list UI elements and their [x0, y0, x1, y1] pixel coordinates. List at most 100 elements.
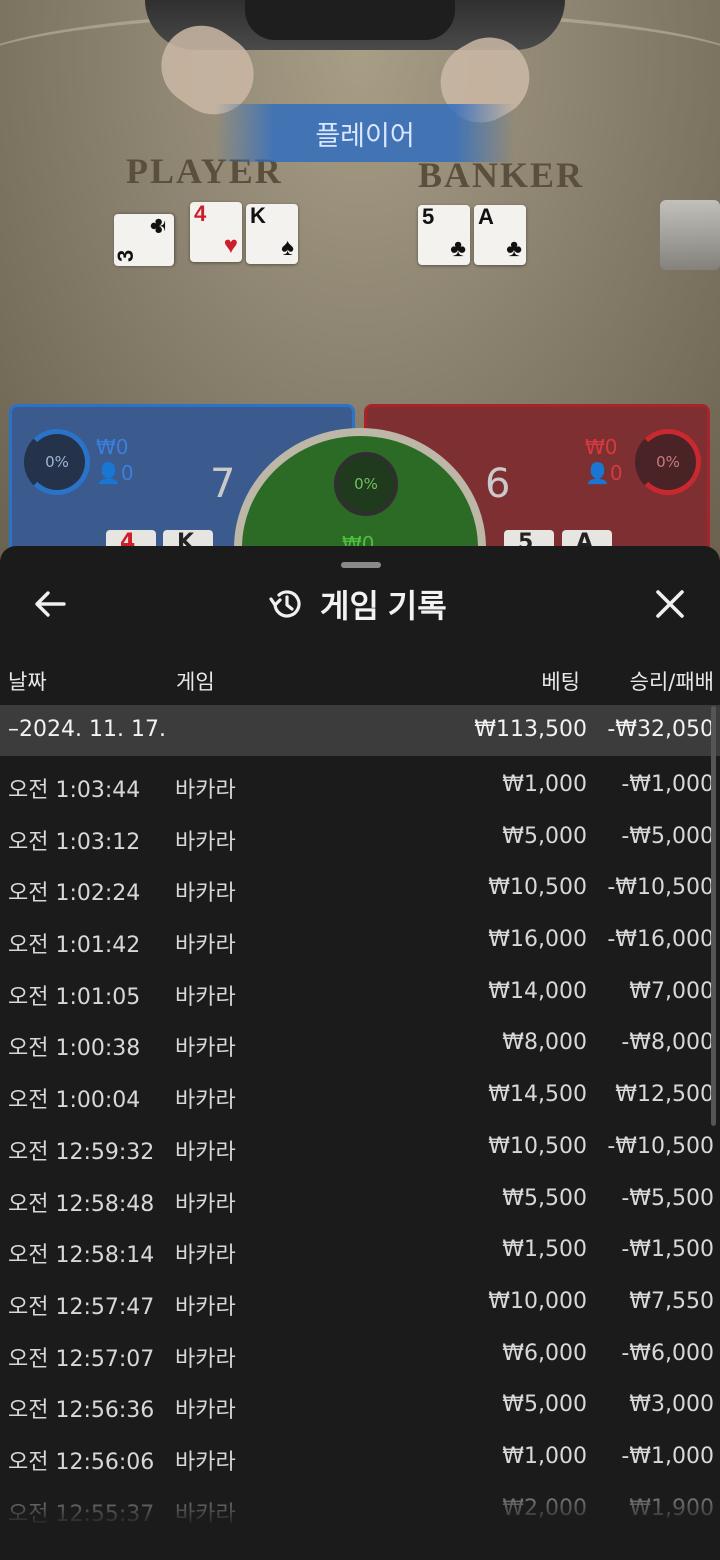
row-bet: ₩14,000	[488, 978, 587, 1004]
history-row[interactable]: 오전 12:58:48 바카라 ₩5,500 -₩5,500	[0, 1174, 720, 1226]
row-bet: ₩5,500	[502, 1185, 587, 1211]
column-bet: 베팅	[541, 670, 580, 694]
row-result: ₩12,500	[615, 1082, 714, 1108]
row-result: -₩5,000	[621, 823, 714, 849]
row-bet: ₩10,000	[488, 1288, 587, 1314]
history-row[interactable]: 오전 12:56:36 바카라 ₩5,000 ₩3,000	[0, 1380, 720, 1432]
row-result: ₩7,550	[629, 1288, 714, 1314]
column-game: 게임	[176, 670, 215, 694]
player-count-value: 0	[120, 461, 134, 485]
row-time: 오전 12:56:36	[8, 1398, 155, 1424]
history-row[interactable]: 오전 12:59:32 바카라 ₩10,500 -₩10,500	[0, 1122, 720, 1174]
row-time: 오전 1:03:12	[8, 829, 141, 855]
row-time: 오전 12:58:14	[8, 1243, 155, 1269]
sheet-drag-handle[interactable]	[341, 562, 381, 568]
row-bet: ₩6,000	[502, 1340, 587, 1366]
playing-card: 5 ♣	[418, 205, 470, 265]
tie-percent-ring: 0%	[334, 452, 398, 516]
person-icon: 👤	[585, 461, 610, 485]
row-game: 바카라	[175, 881, 236, 907]
history-icon	[269, 590, 301, 618]
card-rank: 3	[113, 249, 138, 262]
row-game: 바카라	[175, 1036, 236, 1062]
player-score: 7	[210, 461, 236, 507]
row-bet: ₩5,000	[502, 823, 587, 849]
card-suit-icon: ♣	[506, 235, 522, 262]
history-row[interactable]: 오전 1:00:38 바카라 ₩8,000 -₩8,000	[0, 1018, 720, 1070]
row-bet: ₩5,000	[502, 1392, 587, 1418]
player-percent-ring: 0%	[24, 429, 90, 495]
history-row[interactable]: 오전 1:02:24 바카라 ₩10,500 -₩10,500	[0, 863, 720, 915]
card-rank: K	[250, 203, 266, 228]
row-result: -₩1,500	[621, 1237, 714, 1263]
date-summary-row[interactable]: –2024. 11. 17. ₩113,500 -₩32,050	[0, 705, 720, 756]
row-game: 바카라	[175, 1191, 236, 1217]
row-result: -₩10,500	[607, 875, 714, 901]
row-time: 오전 1:00:38	[8, 1036, 141, 1062]
row-game: 바카라	[175, 1346, 236, 1372]
row-result: -₩16,000	[607, 927, 714, 953]
column-date: 날짜	[8, 670, 47, 694]
banker-bettor-count: 👤0	[585, 461, 623, 485]
row-time: 오전 1:02:24	[8, 881, 141, 907]
list-bottom-fade	[0, 1466, 720, 1560]
history-list: 오전 1:03:44 바카라 ₩1,000 -₩1,000 오전 1:03:12 바카라 ₩…	[0, 760, 720, 1535]
card-rank: 5	[422, 204, 435, 229]
row-time: 오전 1:03:44	[8, 778, 141, 803]
scrollbar[interactable]	[711, 706, 716, 1126]
row-game: 바카라	[175, 1398, 236, 1424]
column-result: 승리/패배	[629, 670, 714, 694]
row-result: ₩3,000	[629, 1392, 714, 1418]
card-shoe	[660, 200, 720, 270]
row-game: 바카라	[175, 1139, 236, 1165]
card-suit-icon: ♥	[223, 232, 238, 259]
banker-count-value: 0	[609, 461, 623, 485]
row-time: 오전 1:01:42	[8, 933, 141, 959]
row-time: 오전 12:57:07	[8, 1346, 155, 1372]
sheet-header: 게임 기록	[268, 580, 447, 628]
card-suit-icon: ♠	[281, 234, 294, 261]
summary-result-total: -₩32,050	[607, 717, 714, 742]
row-bet: ₩1,500	[502, 1237, 587, 1263]
row-bet: ₩8,000	[502, 1030, 587, 1056]
history-row[interactable]: 오전 12:57:07 바카라 ₩6,000 -₩6,000	[0, 1329, 720, 1381]
history-row[interactable]: 오전 1:03:44 바카라 ₩1,000 -₩1,000	[0, 760, 720, 812]
row-time: 오전 1:01:05	[8, 984, 141, 1010]
row-result: -₩6,000	[621, 1340, 714, 1366]
back-button[interactable]	[30, 584, 70, 624]
row-time: 오전 12:58:48	[8, 1191, 155, 1217]
playing-card: 3 ♣	[113, 214, 174, 266]
history-row[interactable]: 오전 1:01:42 바카라 ₩16,000 -₩16,000	[0, 915, 720, 967]
history-row[interactable]: 오전 12:58:14 바카라 ₩1,500 -₩1,500	[0, 1225, 720, 1277]
person-icon: 👤	[96, 461, 121, 485]
close-button[interactable]	[650, 584, 690, 624]
row-result: -₩1,000	[621, 772, 714, 797]
history-row[interactable]: 오전 1:03:12 바카라 ₩5,000 -₩5,000	[0, 812, 720, 864]
history-row[interactable]: 오전 12:57:47 바카라 ₩10,000 ₩7,550	[0, 1277, 720, 1329]
row-game: 바카라	[175, 1088, 236, 1114]
card-suit-icon: ♣	[144, 218, 171, 234]
banker-percent-ring: 0%	[635, 429, 701, 495]
banker-bet-amount: ₩0	[585, 435, 618, 459]
row-bet: ₩10,500	[488, 875, 587, 901]
playing-card: K ♠	[246, 204, 298, 264]
summary-date: –2024. 11. 17.	[8, 717, 166, 742]
row-result: -₩8,000	[621, 1030, 714, 1056]
row-bet: ₩16,000	[488, 927, 587, 953]
row-result: -₩5,500	[621, 1185, 714, 1211]
row-result: -₩10,500	[607, 1133, 714, 1159]
player-bettor-count: 👤0	[96, 461, 134, 485]
game-history-sheet: 게임 기록 날짜 게임 베팅 승리/패배 –2024. 11. 17. ₩113…	[0, 546, 720, 1560]
playing-card: 4 ♥	[190, 202, 242, 262]
history-row[interactable]: 오전 1:01:05 바카라 ₩14,000 ₩7,000	[0, 967, 720, 1019]
row-bet: ₩14,500	[488, 1082, 587, 1108]
banker-score: 6	[485, 461, 511, 507]
row-game: 바카라	[175, 829, 236, 855]
player-bet-amount: ₩0	[96, 435, 129, 459]
row-result: ₩7,000	[629, 978, 714, 1004]
row-game: 바카라	[175, 1243, 236, 1269]
history-row[interactable]: 오전 1:00:04 바카라 ₩14,500 ₩12,500	[0, 1070, 720, 1122]
row-time: 오전 12:59:32	[8, 1139, 155, 1165]
row-game: 바카라	[175, 984, 236, 1010]
row-bet: ₩1,000	[502, 772, 587, 797]
